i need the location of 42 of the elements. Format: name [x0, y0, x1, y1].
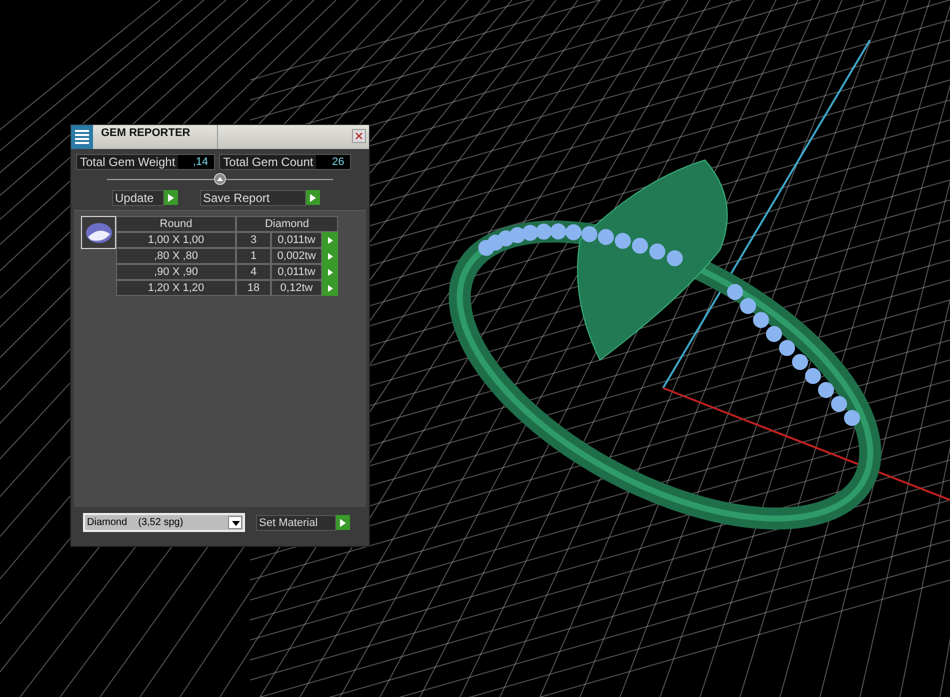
play-icon [328, 236, 332, 244]
set-material-button[interactable]: Set Material [256, 514, 336, 530]
play-icon [328, 284, 332, 292]
run-button[interactable] [164, 190, 178, 205]
column-header: Diamond [236, 216, 338, 232]
table-cell: 1,00 X 1,00 [116, 232, 236, 248]
run-button[interactable] [306, 190, 320, 205]
table-cell: 0,002tw [271, 248, 322, 264]
table-cell: 1 [236, 248, 271, 264]
table-cell: 0,011tw [271, 232, 322, 248]
total-label: Total Gem Count [222, 155, 314, 169]
total-value: 26 [316, 155, 350, 169]
window-title: GEM REPORTER [93, 125, 218, 149]
update-button[interactable]: Update [112, 190, 164, 206]
row-play-button[interactable] [322, 232, 338, 248]
material-dropdown[interactable]: Diamond (3,52 spg) [83, 513, 245, 532]
play-icon [168, 194, 174, 202]
total-value: ,14 [178, 155, 214, 169]
close-icon [355, 132, 363, 140]
play-icon [310, 194, 316, 202]
gem-icon [81, 216, 116, 249]
play-icon [340, 518, 346, 526]
dropdown-value: Diamond (3,52 spg) [87, 516, 184, 530]
total-label: Total Gem Weight [79, 155, 176, 169]
column-header: Round [116, 216, 236, 232]
caret-icon [217, 177, 223, 181]
play-icon [328, 268, 332, 276]
close-button[interactable] [352, 129, 366, 143]
play-icon [328, 252, 332, 260]
table-cell: ,90 X ,90 [116, 264, 236, 280]
table-cell: 3 [236, 232, 271, 248]
table-cell: 0,12tw [271, 280, 322, 296]
table-cell: ,80 X ,80 [116, 248, 236, 264]
save-report-button[interactable]: Save Report [200, 190, 306, 206]
app-icon [71, 125, 93, 149]
apply-button[interactable] [336, 515, 350, 530]
table-cell: 0,011tw [271, 264, 322, 280]
collapse-handle[interactable] [214, 173, 226, 185]
table-cell: 18 [236, 280, 271, 296]
table-cell: 4 [236, 264, 271, 280]
row-play-button[interactable] [322, 280, 338, 296]
table-cell: 1,20 X 1,20 [116, 280, 236, 296]
